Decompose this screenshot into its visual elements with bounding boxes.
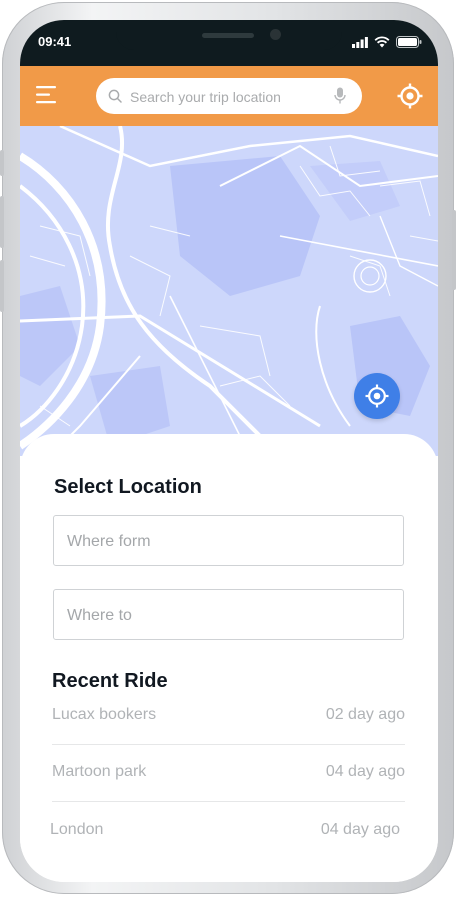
front-camera (270, 29, 281, 40)
phone-power-button (452, 210, 456, 290)
menu-button[interactable] (36, 86, 60, 104)
search-icon (108, 89, 122, 103)
map-view[interactable] (20, 126, 438, 456)
where-from-input[interactable] (65, 530, 389, 554)
battery-icon (396, 36, 422, 48)
hamburger-menu-icon (36, 86, 56, 104)
search-bar[interactable] (96, 78, 362, 114)
ride-name: London (50, 821, 104, 838)
signal-icon (352, 36, 368, 48)
ride-time: 02 day ago (325, 706, 405, 723)
recent-ride-item[interactable]: London 04 day ago (50, 803, 400, 859)
where-to-field[interactable] (53, 589, 404, 640)
ride-time: 04 day ago (320, 821, 400, 838)
phone-volume-down-button (0, 260, 4, 312)
phone-screen: 09:41 Search your trip location Select L… (20, 20, 438, 882)
speaker-grille (202, 33, 254, 38)
map-locate-button[interactable] (354, 373, 400, 419)
phone-silent-switch (0, 150, 4, 176)
ride-name: Lucax bookers (52, 706, 157, 723)
status-time: 09:41 (38, 34, 72, 49)
select-location-title: Select Location (54, 476, 202, 498)
crosshair-locate-icon (397, 83, 423, 109)
search-input[interactable] (128, 85, 328, 109)
where-to-input[interactable] (65, 604, 389, 628)
recent-ride-item[interactable]: Martoon park 04 day ago (52, 745, 405, 802)
microphone-icon[interactable] (334, 87, 346, 105)
locate-me-button[interactable] (396, 82, 424, 110)
ride-time: 04 day ago (325, 763, 405, 780)
ride-name: Martoon park (52, 763, 147, 780)
app-header (20, 66, 438, 126)
wifi-icon (374, 36, 390, 48)
crosshair-locate-icon (365, 384, 389, 408)
status-icons (352, 36, 422, 48)
location-sheet: Select Location Recent Ride Lucax booker… (20, 434, 438, 882)
where-from-field[interactable] (53, 515, 404, 566)
status-bar: 09:41 (20, 20, 438, 66)
phone-volume-up-button (0, 196, 4, 248)
recent-ride-item[interactable]: Lucax bookers 02 day ago (52, 688, 405, 745)
